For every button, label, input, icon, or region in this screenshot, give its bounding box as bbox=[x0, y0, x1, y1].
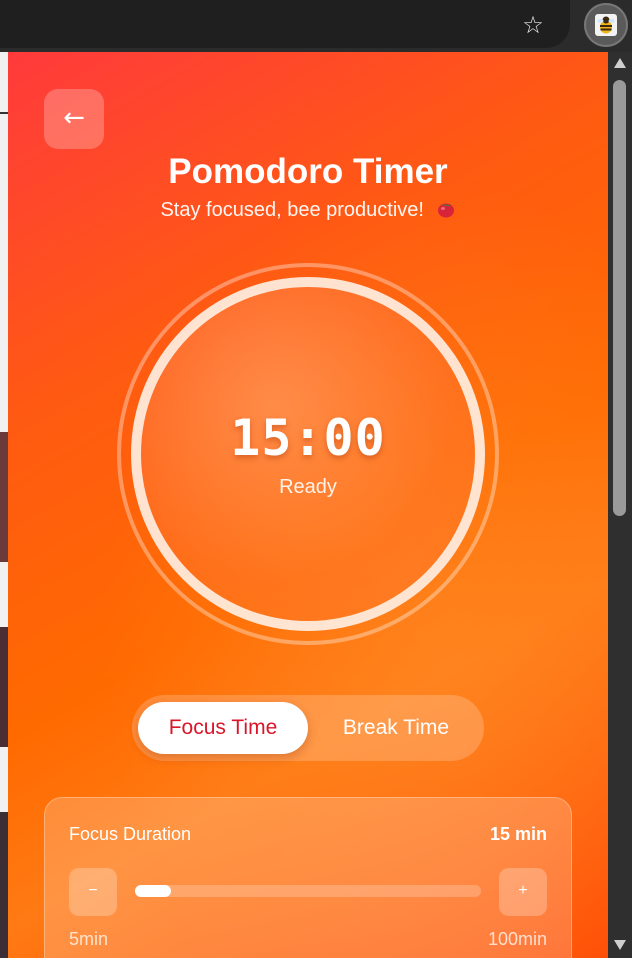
scroll-down-arrow[interactable] bbox=[614, 940, 626, 950]
tab-break-time[interactable]: Break Time bbox=[314, 702, 478, 754]
duration-value: 15 min bbox=[489, 824, 547, 844]
star-icon[interactable]: ☆ bbox=[518, 10, 548, 40]
scroll-thumb[interactable] bbox=[613, 80, 626, 516]
duration-min-label: 5min bbox=[69, 929, 109, 949]
tab-focus-time[interactable]: Focus Time bbox=[138, 702, 308, 754]
timer-display: 15:00 bbox=[230, 409, 386, 467]
duration-settings-card: Focus Duration 15 min − + 5min 100min bbox=[44, 797, 572, 958]
duration-label: Focus Duration bbox=[69, 824, 192, 844]
duration-max-label: 100min bbox=[487, 929, 547, 949]
extension-button[interactable] bbox=[584, 3, 628, 47]
subtitle: Stay focused, bee productive! bbox=[8, 199, 608, 222]
address-bar[interactable] bbox=[0, 0, 570, 48]
tomato-icon bbox=[437, 203, 454, 218]
scroll-up-arrow[interactable] bbox=[614, 58, 626, 68]
browser-toolbar: ☆ bbox=[0, 0, 632, 52]
increase-duration-button[interactable]: + bbox=[499, 868, 547, 916]
timer-status: Ready bbox=[279, 476, 337, 498]
duration-slider-fill bbox=[135, 885, 172, 897]
background-page bbox=[0, 52, 8, 958]
back-button[interactable]: ← bbox=[44, 89, 104, 149]
page-title: Pomodoro Timer bbox=[168, 152, 448, 191]
subtitle-text: Stay focused, bee productive! bbox=[160, 199, 424, 221]
bee-icon bbox=[595, 14, 617, 36]
popup-scrollbar[interactable] bbox=[608, 52, 632, 958]
mode-toggle: Focus Time Break Time bbox=[132, 695, 484, 761]
decrease-duration-button[interactable]: − bbox=[69, 868, 117, 916]
extension-popup: ← Pomodoro Timer Stay focused, bee produ… bbox=[8, 52, 608, 958]
duration-slider[interactable] bbox=[135, 885, 481, 897]
